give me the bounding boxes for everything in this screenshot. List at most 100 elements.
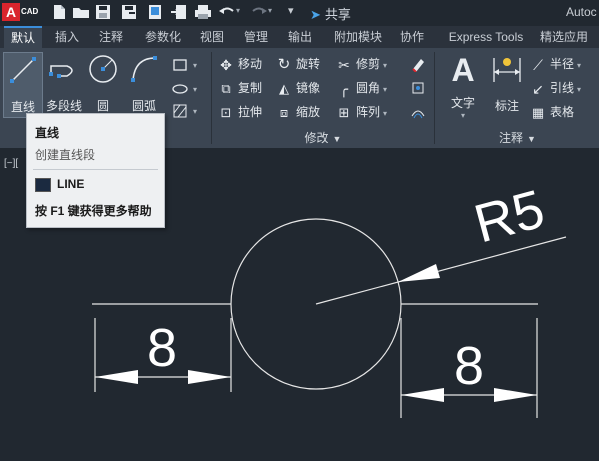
- array-button[interactable]: ⊞ 阵列 ▾: [336, 102, 387, 122]
- leader-button[interactable]: ↙ 引线 ▾: [530, 78, 581, 98]
- right-dimension-text[interactable]: 8: [454, 336, 484, 396]
- undo-dropdown-icon[interactable]: ▾: [236, 6, 240, 15]
- right-dim-arrow-left: [401, 388, 444, 402]
- trim-button[interactable]: ✂ 修剪 ▾: [336, 54, 387, 74]
- ellipse-dropdown-icon[interactable]: ▾: [193, 85, 197, 94]
- share-label: 共享: [324, 7, 351, 22]
- tab-view[interactable]: 视图: [195, 26, 229, 48]
- right-dim-arrow-right: [494, 388, 537, 402]
- radius-arrow: [398, 264, 440, 282]
- rotate-button[interactable]: ↻ 旋转: [276, 54, 320, 74]
- tab-manage[interactable]: 管理: [239, 26, 273, 48]
- rectangle-icon[interactable]: [172, 58, 188, 72]
- tab-parametric[interactable]: 参数化: [138, 26, 188, 48]
- stretch-label: 拉伸: [238, 105, 263, 119]
- leader-label: 引线: [550, 81, 575, 95]
- radius-label: 半径: [550, 57, 575, 71]
- polyline-tool-button[interactable]: 多段线: [44, 52, 84, 116]
- stretch-button[interactable]: ⊡ 拉伸: [218, 102, 262, 122]
- trim-dropdown-icon[interactable]: ▾: [383, 61, 387, 70]
- redo-dropdown-icon[interactable]: ▾: [268, 6, 272, 15]
- tab-featured-apps[interactable]: 精选应用: [540, 26, 599, 48]
- circle-icon: [89, 55, 117, 83]
- fillet-dropdown-icon[interactable]: ▾: [383, 85, 387, 94]
- text-label: 文字: [450, 96, 475, 110]
- radius-dimension-text[interactable]: R5: [468, 179, 550, 255]
- save-icon[interactable]: [94, 3, 112, 21]
- left-dim-arrow-left: [95, 370, 138, 384]
- radius-button[interactable]: ⟋ 半径 ▾: [530, 54, 581, 74]
- share-button[interactable]: ➤ 共享: [310, 4, 351, 23]
- ribbon-tabs: 默认 插入 注释 参数化 视图 管理 输出 附加模块 协作 Express To…: [0, 26, 599, 48]
- hatch-icon[interactable]: [172, 104, 188, 118]
- radius-dropdown-icon[interactable]: ▾: [577, 61, 581, 70]
- save-as-icon[interactable]: [120, 3, 138, 21]
- move-icon: ✥: [220, 56, 232, 73]
- copy-button[interactable]: ⧉ 复制: [218, 78, 262, 98]
- tooltip-help: 按 F1 键获得更多帮助: [35, 204, 152, 218]
- arc-label: 圆弧: [131, 99, 156, 113]
- app-logo[interactable]: A CAD: [2, 3, 40, 21]
- table-button[interactable]: ▦ 表格: [530, 102, 574, 122]
- tab-home[interactable]: 默认: [4, 26, 42, 48]
- tooltip-command: LINE: [35, 177, 84, 192]
- customize-qat-icon[interactable]: ▾: [288, 4, 294, 17]
- new-file-icon[interactable]: [50, 3, 68, 21]
- tab-express-tools[interactable]: Express Tools: [441, 26, 531, 48]
- web-mobile-icon[interactable]: [146, 3, 164, 21]
- offset-icon[interactable]: [410, 104, 426, 120]
- tab-insert[interactable]: 插入: [50, 26, 84, 48]
- modify-panel-title[interactable]: 修改 ▼: [212, 130, 434, 146]
- rotate-label: 旋转: [296, 57, 321, 71]
- rectangle-dropdown-icon[interactable]: ▾: [193, 61, 197, 70]
- redo-icon[interactable]: [250, 3, 268, 21]
- left-dimension-text[interactable]: 8: [147, 318, 177, 378]
- mirror-button[interactable]: ◭ 镜像: [276, 78, 320, 98]
- table-label: 表格: [550, 105, 575, 119]
- plot-printer-icon[interactable]: [194, 3, 212, 21]
- radius-icon: ⟋: [533, 56, 543, 73]
- array-label: 阵列: [356, 105, 381, 119]
- leader-dropdown-icon[interactable]: ▾: [577, 85, 581, 94]
- array-dropdown-icon[interactable]: ▾: [383, 109, 387, 118]
- ellipse-icon[interactable]: [172, 82, 188, 96]
- undo-icon[interactable]: [218, 3, 236, 21]
- tooltip-divider: [33, 169, 158, 170]
- line-tool-button[interactable]: 直线: [3, 52, 43, 118]
- tab-output[interactable]: 输出: [283, 26, 317, 48]
- move-button[interactable]: ✥ 移动: [218, 54, 262, 74]
- circle-tool-button[interactable]: 圆: [86, 52, 120, 116]
- erase-icon[interactable]: [410, 56, 426, 72]
- trim-label: 修剪: [356, 57, 381, 71]
- leader-icon: ↙: [532, 80, 544, 97]
- panel-divider: [434, 52, 435, 144]
- arc-tool-button[interactable]: 圆弧: [124, 52, 164, 116]
- dimension-label: 标注: [494, 99, 519, 113]
- table-icon: ▦: [531, 104, 545, 120]
- annotation-panel-title[interactable]: 注释 ▼: [436, 130, 599, 146]
- radius-leader-line[interactable]: [315, 236, 567, 305]
- text-tool-button[interactable]: A 文字 ▾: [443, 52, 483, 122]
- polyline-label: 多段线: [45, 99, 82, 113]
- explode-icon[interactable]: [410, 80, 426, 96]
- left-dim-arrow-right: [188, 370, 231, 384]
- move-label: 移动: [238, 57, 263, 71]
- mirror-label: 镜像: [296, 81, 321, 95]
- line-icon: [10, 57, 36, 83]
- open-folder-icon[interactable]: [72, 3, 90, 21]
- dimension-tool-button[interactable]: 标注: [487, 52, 527, 122]
- tab-addins[interactable]: 附加模块: [327, 26, 389, 48]
- mirror-icon: ◭: [279, 80, 289, 96]
- import-icon[interactable]: [170, 3, 188, 21]
- tab-collaborate[interactable]: 协作: [395, 26, 429, 48]
- fillet-button[interactable]: ╭ 圆角 ▾: [336, 78, 387, 98]
- tab-annotate[interactable]: 注释: [94, 26, 128, 48]
- scale-icon: ⧈: [279, 104, 289, 120]
- copy-icon: ⧉: [221, 80, 231, 96]
- tooltip-command-name: LINE: [57, 177, 85, 191]
- scale-button[interactable]: ⧈ 缩放: [276, 102, 320, 122]
- trim-scissors-icon: ✂: [338, 56, 350, 73]
- hatch-dropdown-icon[interactable]: ▾: [193, 107, 197, 116]
- arc-icon: [131, 56, 157, 82]
- text-dropdown-icon[interactable]: ▾: [443, 111, 483, 120]
